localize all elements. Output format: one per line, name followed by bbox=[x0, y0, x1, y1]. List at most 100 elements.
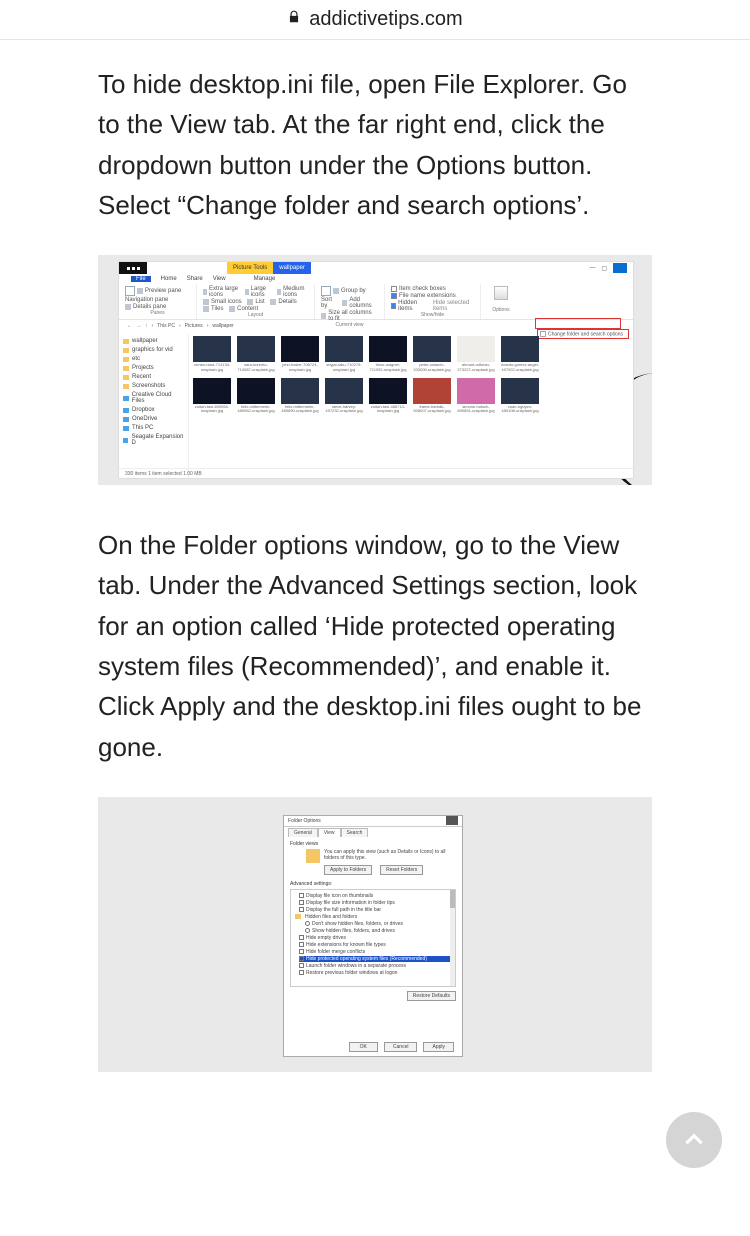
restore-defaults-button[interactable]: Restore Defaults bbox=[407, 991, 456, 1001]
cancel-button[interactable]: Cancel bbox=[384, 1042, 418, 1052]
nav-forward-icon[interactable]: → bbox=[136, 323, 141, 329]
thumbnail[interactable]: john-fowler-708724-unsplash.jpg bbox=[281, 336, 319, 372]
layout-details[interactable]: Details bbox=[278, 299, 296, 305]
sidebar-item[interactable]: Creative Cloud Files bbox=[123, 392, 184, 404]
ribbon-tabs: File Home Share View Manage bbox=[119, 274, 633, 284]
nav-back-icon[interactable]: ← bbox=[127, 323, 132, 329]
advanced-option-label: Display the full path in the title bar bbox=[306, 907, 381, 913]
sidebar-item[interactable]: graphics for vid bbox=[123, 347, 184, 353]
item-check-boxes[interactable]: Item check boxes bbox=[399, 286, 446, 292]
ribbon-tab-manage[interactable]: Manage bbox=[254, 276, 276, 282]
file-name-extensions[interactable]: File name extensions bbox=[399, 293, 456, 299]
thumbnail[interactable]: shyjal-raku-710279-unsplash.jpg bbox=[325, 336, 363, 372]
paragraph-2: On the Folder options window, go to the … bbox=[98, 525, 652, 767]
layout-extra-large[interactable]: Extra large icons bbox=[209, 286, 239, 298]
tab-search[interactable]: Search bbox=[341, 828, 369, 837]
layout-list[interactable]: List bbox=[255, 299, 264, 305]
ribbon-group-panes: Preview pane Navigation pane Details pan… bbox=[119, 284, 197, 319]
tab-view[interactable]: View bbox=[318, 828, 341, 837]
thumbnail-label: frame-harirak-508007-unsplash.jpg bbox=[413, 405, 451, 414]
sidebar-item[interactable]: wallpaper bbox=[123, 338, 184, 344]
checkbox-icon bbox=[299, 942, 304, 947]
sidebar-item-label: Screenshots bbox=[132, 383, 165, 389]
advanced-option[interactable]: Hide protected operating system files (R… bbox=[299, 956, 453, 962]
ribbon-group-layout: Extra large icons Large icons Medium ico… bbox=[197, 284, 315, 319]
group-by[interactable]: Group by bbox=[341, 288, 366, 294]
thumbnail-image bbox=[237, 378, 275, 404]
layout-small[interactable]: Small icons bbox=[211, 299, 242, 305]
hidden-items[interactable]: Hidden items bbox=[398, 300, 425, 312]
sidebar-item[interactable]: This PC bbox=[123, 425, 184, 431]
scrollbar[interactable] bbox=[450, 890, 455, 986]
sidebar[interactable]: wallpaper graphics for vid etc Projects Rece… bbox=[119, 334, 189, 478]
navigation-pane-button[interactable]: Navigation pane bbox=[125, 297, 190, 303]
scroll-to-top-button[interactable] bbox=[666, 1112, 722, 1168]
sidebar-item[interactable]: OneDrive bbox=[123, 416, 184, 422]
advanced-option[interactable]: Hide folder merge conflicts bbox=[299, 949, 453, 955]
thumbnail[interactable]: simone-hutsch-890891-unsplash.jpg bbox=[457, 378, 495, 414]
preview-pane-button[interactable]: Preview pane bbox=[137, 288, 181, 294]
ribbon-tab-file[interactable]: File bbox=[131, 276, 151, 282]
thumbnail[interactable]: felix-mittermeier-489890-unsplash.jpg bbox=[281, 378, 319, 414]
advanced-option[interactable]: Restore previous folder windows at logon bbox=[299, 970, 453, 976]
ok-button[interactable]: OK bbox=[349, 1042, 378, 1052]
advanced-option[interactable]: Launch folder windows in a separate proc… bbox=[299, 963, 453, 969]
advanced-option-label: Display file size information in folder … bbox=[306, 900, 395, 906]
sidebar-item[interactable]: etc bbox=[123, 356, 184, 362]
thumbnail-image bbox=[457, 378, 495, 404]
screenshot-file-explorer: Picture Tools wallpaper — ▢ File Home Sh… bbox=[98, 255, 652, 485]
thumbnail[interactable]: frame-harirak-508007-unsplash.jpg bbox=[413, 378, 451, 414]
apply-to-folders-button[interactable]: Apply to Folders bbox=[324, 865, 372, 875]
checkbox-icon bbox=[299, 893, 304, 898]
thumbnail[interactable]: zoltan-tasi-690054-unsplash.jpg bbox=[193, 378, 231, 414]
thumbnail[interactable]: peter-oslanec-333000-unsplash.jpg bbox=[413, 336, 451, 372]
options-icon[interactable] bbox=[494, 286, 508, 300]
sidebar-item[interactable]: Recent bbox=[123, 374, 184, 380]
sidebar-item[interactable]: Dropbox bbox=[123, 407, 184, 413]
reset-folders-button[interactable]: Reset Folders bbox=[380, 865, 423, 875]
layout-large[interactable]: Large icons bbox=[251, 286, 272, 298]
advanced-option[interactable]: Display file size information in folder … bbox=[299, 900, 453, 906]
ribbon-tab-share[interactable]: Share bbox=[187, 276, 203, 282]
thumbnail[interactable]: ahmad-odhean-273227-unsplash.jpg bbox=[457, 336, 495, 372]
size-all-columns[interactable]: Size all columns to fit bbox=[328, 310, 378, 322]
tab-general[interactable]: General bbox=[288, 828, 318, 837]
sidebar-item[interactable]: Seagate Expansion D bbox=[123, 434, 184, 446]
advanced-settings-list[interactable]: Display file icon on thumbnailsDisplay f… bbox=[290, 889, 456, 987]
advanced-option[interactable]: Show hidden files, folders, and drives bbox=[305, 928, 453, 934]
checkbox-icon bbox=[299, 970, 304, 975]
advanced-option[interactable]: Display file icon on thumbnails bbox=[299, 893, 453, 899]
thumbnail[interactable]: roman-rana-714134-unsplash.jpg bbox=[193, 336, 231, 372]
advanced-option[interactable]: Hide empty drives bbox=[299, 935, 453, 941]
advanced-option[interactable]: Hidden files and folders bbox=[295, 914, 453, 920]
sidebar-item[interactable]: Projects bbox=[123, 365, 184, 371]
thumbnail[interactable]: felix-mittermeier-489962-unsplash.jpg bbox=[237, 378, 275, 414]
thumbnail[interactable]: timor-wagner-711932-unsplash.jpg bbox=[369, 336, 407, 372]
ribbon-group-options[interactable]: Options bbox=[481, 284, 521, 319]
nav-up-icon[interactable]: ↑ bbox=[145, 323, 148, 329]
thumbnail[interactable]: xuan-nguyen-489108-unsplash.jpg bbox=[501, 378, 539, 414]
apply-button[interactable]: Apply bbox=[423, 1042, 454, 1052]
close-icon[interactable] bbox=[446, 816, 458, 825]
add-columns[interactable]: Add columns bbox=[349, 297, 378, 309]
sidebar-item-label: Recent bbox=[132, 374, 151, 380]
folder-icon bbox=[123, 348, 129, 353]
advanced-option[interactable]: Hide extensions for known file types bbox=[299, 942, 453, 948]
ribbon-tab-view[interactable]: View bbox=[213, 276, 226, 282]
sidebar-item[interactable]: Screenshots bbox=[123, 383, 184, 389]
thumbnail-image bbox=[281, 336, 319, 362]
checkbox-icon bbox=[299, 949, 304, 954]
advanced-option[interactable]: Don't show hidden files, folders, or dri… bbox=[305, 921, 453, 927]
ribbon-tab-home[interactable]: Home bbox=[161, 276, 177, 282]
advanced-option[interactable]: Display the full path in the title bar bbox=[299, 907, 453, 913]
thumbnail[interactable]: zoltan-tasi-488713-unsplash.jpg bbox=[369, 378, 407, 414]
thumbnail-image bbox=[413, 336, 451, 362]
hide-selected-items[interactable]: Hide selected items bbox=[433, 300, 474, 312]
thumbnail[interactable]: sara-kurento-714087-unsplash.jpg bbox=[237, 336, 275, 372]
sort-by[interactable]: Sort by bbox=[321, 297, 337, 309]
thumbnail[interactable]: steve-harvey-497232-unsplash.jpg bbox=[325, 378, 363, 414]
checkbox-icon bbox=[299, 963, 304, 968]
layout-medium[interactable]: Medium icons bbox=[283, 286, 308, 298]
thumbnail-grid[interactable]: roman-rana-714134-unsplash.jpgsara-kuren… bbox=[189, 334, 633, 478]
thumbnail[interactable]: ricardo-gomez-angel-497922-unsplash.jpg bbox=[501, 336, 539, 372]
